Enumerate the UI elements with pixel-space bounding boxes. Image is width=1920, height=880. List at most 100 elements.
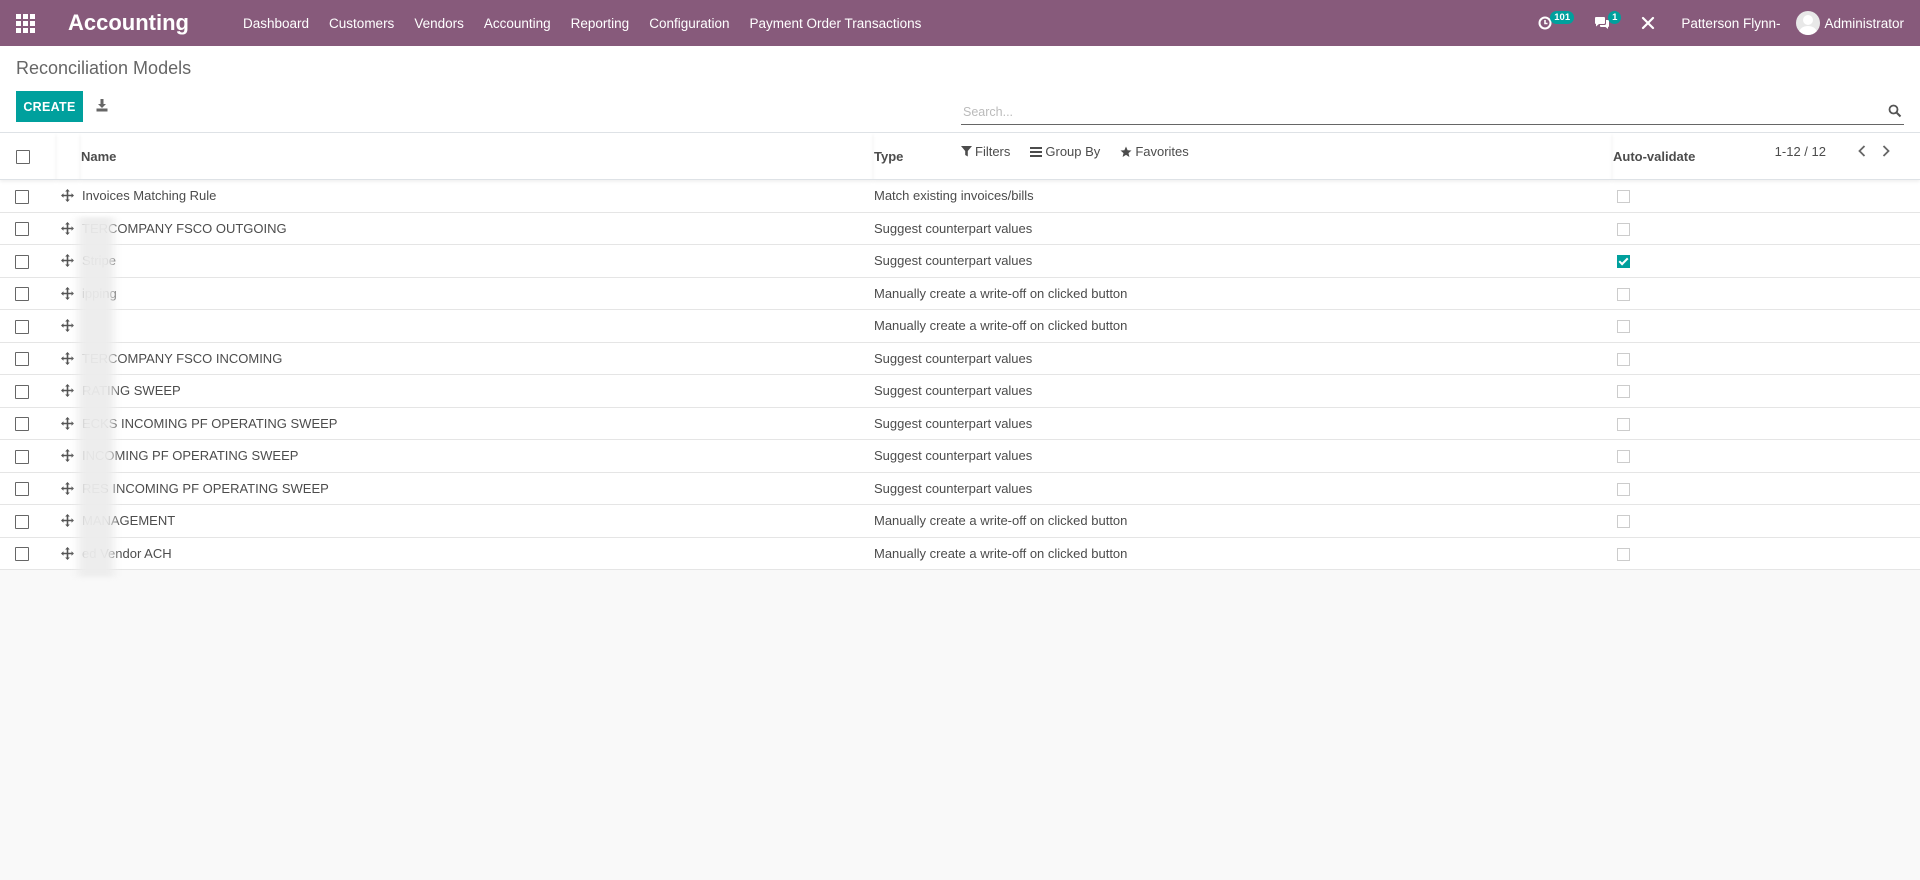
favorites-dropdown[interactable]: Favorites (1120, 144, 1189, 159)
row-drag-handle[interactable] (56, 319, 78, 333)
row-checkbox[interactable] (15, 254, 29, 269)
row-checkbox[interactable] (15, 514, 29, 529)
drag-handle-icon (60, 384, 74, 398)
row-checkbox[interactable] (15, 352, 29, 367)
row-drag-handle[interactable] (56, 221, 78, 235)
row-type: Manually create a write-off on clicked b… (873, 504, 1612, 538)
filters-label: Filters (975, 144, 1011, 159)
row-checkbox[interactable] (15, 384, 29, 399)
row-drag-handle[interactable] (56, 416, 78, 430)
row-checkbox[interactable] (15, 417, 29, 432)
row-type: Suggest counterpart values (873, 342, 1612, 375)
row-select-cell (0, 179, 56, 213)
row-drag-handle[interactable] (56, 481, 78, 495)
table-row[interactable]: ECKS INCOMING PF OPERATING SWEEP Suggest … (0, 407, 1920, 440)
pager-value[interactable]: 1-12 / 12 (1775, 144, 1826, 159)
messaging-menu[interactable]: 1 (1584, 10, 1631, 30)
auto-validate-checkbox (1617, 255, 1630, 269)
row-name: MANAGEMENT (80, 504, 873, 538)
row-checkbox[interactable] (15, 319, 29, 334)
filters-dropdown[interactable]: Filters (961, 144, 1010, 159)
auto-validate-checkbox (1617, 515, 1630, 529)
row-checkbox[interactable] (15, 547, 29, 562)
row-drag-handle[interactable] (56, 384, 78, 398)
row-checkbox[interactable] (15, 287, 29, 302)
table-row[interactable]: RATING SWEEP Suggest counterpart values (0, 374, 1920, 408)
row-type: Suggest counterpart values (873, 472, 1612, 505)
apps-menu-icon[interactable] (2, 0, 48, 46)
row-drag-handle[interactable] (56, 189, 78, 203)
menu-dashboard[interactable]: Dashboard (233, 16, 319, 31)
row-checkbox[interactable] (15, 222, 29, 237)
row-auto-validate-cell (1612, 407, 1920, 440)
drag-handle-icon (60, 416, 74, 430)
user-menu[interactable]: Administrator (1796, 11, 1920, 35)
column-header-name[interactable]: Name (80, 133, 873, 180)
row-auto-validate-cell (1612, 212, 1920, 245)
table-row[interactable]: ipping Manually create a write-off on cli… (0, 277, 1920, 310)
drag-handle-icon (60, 286, 74, 300)
company-switcher[interactable]: Patterson Flynn- (1665, 16, 1796, 31)
row-checkbox[interactable] (15, 189, 29, 204)
export-button[interactable] (96, 98, 110, 114)
row-auto-validate-cell (1612, 374, 1920, 408)
row-auto-validate-cell (1612, 179, 1920, 213)
row-drag-handle[interactable] (56, 286, 78, 300)
create-button[interactable]: CREATE (16, 91, 83, 122)
row-name: Invoices Matching Rule (80, 179, 873, 213)
row-auto-validate-cell (1612, 472, 1920, 505)
table-row[interactable]: ed Vendor ACH Manually create a write-off… (0, 537, 1920, 570)
activity-menu[interactable]: 101 (1528, 10, 1584, 30)
row-handle-cell (56, 309, 80, 343)
menu-accounting[interactable]: Accounting (474, 16, 561, 31)
row-select-cell (0, 472, 56, 505)
row-name: Stripe (80, 244, 873, 278)
search-input[interactable] (961, 102, 1863, 122)
menu-customers[interactable]: Customers (319, 16, 404, 31)
pager-next[interactable] (1876, 143, 1896, 159)
row-handle-cell (56, 439, 80, 473)
table-row[interactable]: INCOMING PF OPERATING SWEEP Suggest count… (0, 439, 1920, 473)
menu-configuration[interactable]: Configuration (639, 16, 739, 31)
messages-badge: 1 (1608, 10, 1622, 24)
drag-handle-icon (60, 221, 74, 235)
app-brand[interactable]: Accounting (68, 10, 189, 36)
debug-tools[interactable] (1631, 16, 1665, 30)
menu-payment-order-transactions[interactable]: Payment Order Transactions (740, 16, 932, 31)
groupby-dropdown[interactable]: Group By (1030, 144, 1100, 159)
chevron-left-icon (1858, 145, 1866, 157)
main-menu: Dashboard Customers Vendors Accounting R… (233, 16, 931, 31)
drag-handle-icon (60, 189, 74, 203)
table-row[interactable]: TERCOMPANY FSCO OUTGOING Suggest counterp… (0, 212, 1920, 245)
drag-handle-icon (60, 319, 74, 333)
menu-vendors[interactable]: Vendors (404, 16, 474, 31)
row-checkbox[interactable] (15, 482, 29, 497)
pager-previous[interactable] (1852, 143, 1872, 159)
row-drag-handle[interactable] (56, 254, 78, 268)
search-icon[interactable] (1888, 104, 1902, 123)
table-row[interactable]: RES INCOMING PF OPERATING SWEEP Suggest c… (0, 472, 1920, 505)
row-drag-handle[interactable] (56, 351, 78, 365)
auto-validate-checkbox (1617, 320, 1630, 334)
row-handle-cell (56, 342, 80, 375)
row-auto-validate-cell (1612, 244, 1920, 278)
row-checkbox[interactable] (15, 449, 29, 464)
table-row[interactable]: MANAGEMENT Manually create a write-off on… (0, 504, 1920, 538)
row-drag-handle[interactable] (56, 514, 78, 528)
row-type: Suggest counterpart values (873, 407, 1612, 440)
user-name: Administrator (1824, 15, 1904, 31)
row-drag-handle[interactable] (56, 449, 78, 463)
table-row[interactable]: TERCOMPANY FSCO INCOMING Suggest counterp… (0, 342, 1920, 375)
drag-handle-icon (60, 481, 74, 495)
row-name: ed Vendor ACH (80, 537, 873, 570)
table-row[interactable]: Manually create a write-off on clicked b… (0, 309, 1920, 343)
row-auto-validate-cell (1612, 439, 1920, 473)
row-drag-handle[interactable] (56, 546, 78, 560)
menu-reporting[interactable]: Reporting (561, 16, 640, 31)
row-auto-validate-cell (1612, 537, 1920, 570)
table-row[interactable]: Invoices Matching Rule Match existing inv… (0, 179, 1920, 213)
select-all-checkbox[interactable] (16, 149, 30, 164)
row-select-cell (0, 537, 56, 570)
table-row[interactable]: Stripe Suggest counterpart values (0, 244, 1920, 278)
drag-handle-icon (60, 449, 74, 463)
